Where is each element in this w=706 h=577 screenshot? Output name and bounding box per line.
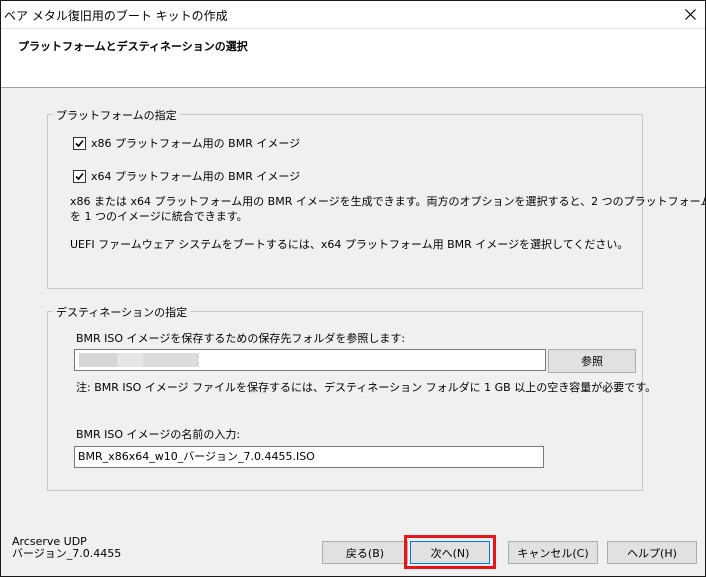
iso-name-input[interactable]: BMR_x86x64_w10_バージョン_7.0.4455.ISO [74, 446, 544, 468]
destination-folder-input[interactable] [74, 349, 546, 371]
destination-group-legend: デスティネーションの指定 [53, 304, 191, 320]
product-version: バージョン_7.0.4455 [12, 547, 122, 560]
cancel-button[interactable]: キャンセル(C) [508, 541, 598, 564]
platform-group: プラットフォームの指定 x86 プラットフォーム用の BMR イメージ x64 … [47, 107, 706, 289]
close-button[interactable] [675, 1, 705, 28]
help-button[interactable]: ヘルプ(H) [607, 541, 697, 564]
platform-group-legend: プラットフォームの指定 [53, 107, 180, 123]
destination-group: デスティネーションの指定 BMR ISO イメージを保存するための保存先フォルダ… [47, 304, 656, 491]
x86-checkbox-label[interactable]: x86 プラットフォーム用の BMR イメージ [91, 135, 300, 151]
title-bar: ベア メタル復旧用のブート キットの作成 [1, 1, 705, 29]
browse-button[interactable]: 参照 [548, 349, 636, 373]
window-title: ベア メタル復旧用のブート キットの作成 [4, 9, 228, 23]
back-button[interactable]: 戻る(B) [322, 541, 408, 564]
folder-label: BMR ISO イメージを保存するための保存先フォルダを参照します: [76, 332, 406, 345]
x64-checkbox-label[interactable]: x64 プラットフォーム用の BMR イメージ [91, 168, 300, 184]
x86-checkbox-box[interactable] [73, 136, 86, 150]
wizard-header: プラットフォームとデスティネーションの選択 [1, 29, 705, 88]
close-icon [684, 9, 696, 20]
uefi-note: UEFI ファームウェア システムをブートするには、x64 プラットフォーム用 … [70, 238, 629, 251]
checkmark-icon [75, 172, 84, 180]
x64-checkbox[interactable]: x64 プラットフォーム用の BMR イメージ [73, 168, 300, 184]
x64-checkbox-box[interactable] [73, 169, 86, 183]
name-label: BMR ISO イメージの名前の入力: [76, 428, 241, 441]
redacted-path [117, 353, 143, 367]
iso-name-value: BMR_x86x64_w10_バージョン_7.0.4455.ISO [78, 450, 315, 463]
space-note: 注: BMR ISO イメージ ファイルを保存するには、デスティネーション フォ… [76, 381, 657, 394]
checkmark-icon [75, 139, 84, 147]
platform-description-line2: を 1 つのイメージに統合できます。 [70, 210, 248, 223]
page-title: プラットフォームとデスティネーションの選択 [18, 40, 248, 53]
bmr-wizard-window: ベア メタル復旧用のブート キットの作成 プラットフォームとデスティネーションの… [0, 0, 706, 577]
next-button[interactable]: 次へ(N) [410, 541, 490, 564]
platform-description: x86 または x64 プラットフォーム用の BMR イメージを生成できます。両… [70, 194, 706, 224]
redacted-path [79, 353, 117, 367]
redacted-path [143, 353, 199, 367]
platform-description-line1: x86 または x64 プラットフォーム用の BMR イメージを生成できます。両… [70, 195, 706, 208]
x86-checkbox[interactable]: x86 プラットフォーム用の BMR イメージ [73, 135, 300, 151]
